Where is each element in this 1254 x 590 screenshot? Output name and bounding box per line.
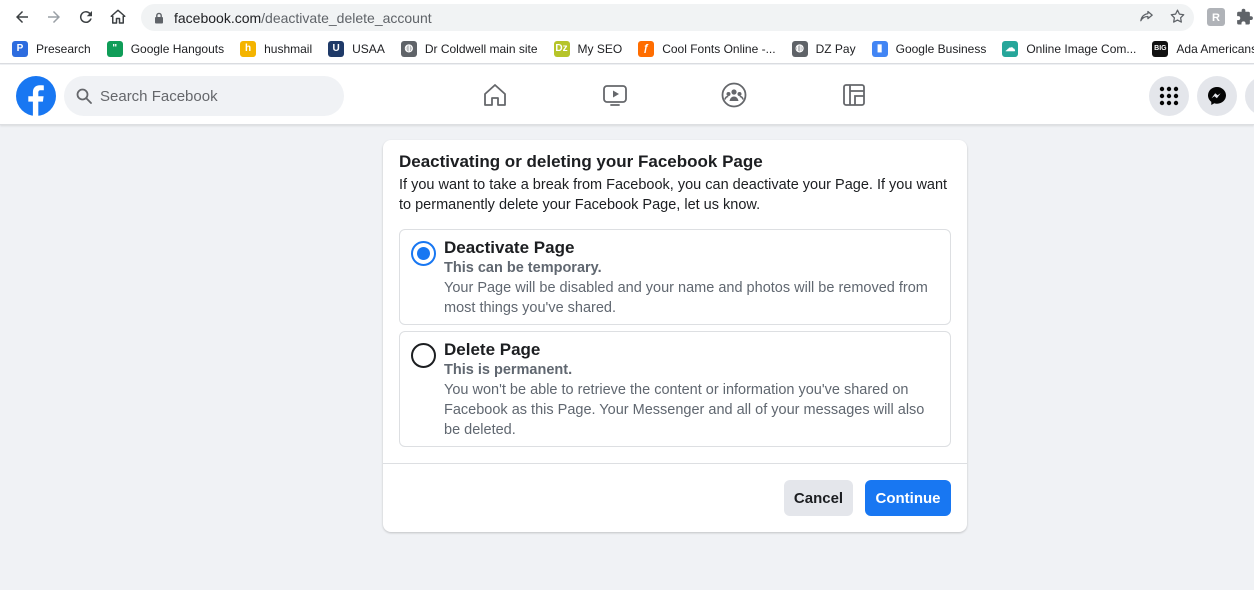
bookmark-item[interactable]: Dz My SEO — [553, 40, 623, 57]
option-title: Delete Page — [444, 340, 541, 359]
globe-icon: ◍ — [400, 40, 417, 57]
bookmark-item[interactable]: P Presearch — [12, 40, 91, 57]
bookmark-item[interactable]: ◍ DZ Pay — [791, 40, 856, 57]
home-icon — [484, 84, 506, 106]
bookmarks-bar: P Presearch " Google Hangouts h hushmail U USAA… — [0, 34, 1254, 64]
bookmark-item[interactable]: ƒ Cool Fonts Online -... — [638, 40, 776, 57]
myseo-icon: Dz — [553, 40, 570, 57]
facebook-logo-icon[interactable] — [16, 76, 56, 116]
delete-radio[interactable] — [411, 343, 436, 368]
gaming-icon — [843, 84, 865, 106]
bookmark-label: Google Hangouts — [130, 41, 225, 56]
watch-video-icon — [603, 85, 627, 106]
forward-arrow-icon — [48, 11, 60, 23]
menu-button[interactable] — [1149, 76, 1189, 116]
hushmail-icon: h — [240, 40, 257, 57]
url-path: /deactivate_delete_account — [261, 9, 432, 26]
home-button[interactable] — [102, 0, 134, 34]
deactivate-radio[interactable] — [411, 241, 436, 266]
bookmark-label: Presearch — [36, 41, 91, 56]
messenger-button[interactable] — [1197, 76, 1237, 116]
option-subtitle: This is permanent. — [444, 362, 573, 378]
bookmark-label: USAA — [352, 41, 385, 56]
address-bar[interactable]: facebook.com/deactivate_delete_account — [141, 4, 1194, 31]
option-delete-page[interactable]: Delete Page This is permanent. You won't… — [399, 331, 951, 447]
option-deactivate-page[interactable]: Deactivate Page This can be temporary. Y… — [399, 229, 951, 325]
deactivate-delete-dialog: Deactivating or deleting your Facebook P… — [383, 140, 967, 532]
messenger-icon — [1208, 87, 1226, 105]
dialog-divider — [383, 463, 967, 464]
presearch-icon: P — [12, 40, 28, 57]
nav-watch[interactable] — [599, 79, 631, 111]
nav-home[interactable] — [479, 79, 511, 111]
globe-icon: ◍ — [791, 40, 808, 57]
puzzle-icon[interactable] — [1236, 8, 1254, 26]
svg-text:R: R — [1212, 12, 1220, 24]
bookmark-label: Online Image Com... — [1026, 41, 1137, 56]
facebook-search[interactable] — [64, 76, 344, 116]
bookmark-item[interactable]: U USAA — [328, 40, 385, 57]
google-business-icon: ▮ — [871, 40, 888, 57]
url-text: facebook.com/deactivate_delete_account — [174, 10, 432, 26]
dialog-title: Deactivating or deleting your Facebook P… — [399, 152, 763, 171]
share-icon[interactable] — [1138, 8, 1155, 25]
nav-gaming[interactable] — [838, 79, 870, 111]
notifications-button[interactable] — [1245, 76, 1254, 116]
facebook-header — [0, 65, 1254, 125]
bookmark-label: Ada Americans Ve — [1176, 41, 1254, 56]
url-domain: facebook.com — [174, 9, 262, 26]
bookmark-item[interactable]: BIG Ada Americans Ve — [1152, 40, 1254, 57]
apps-grid-icon — [1159, 86, 1179, 106]
bookmark-star-icon[interactable] — [1169, 8, 1186, 25]
bookmark-label: Google Business — [895, 41, 987, 56]
option-subtitle: This can be temporary. — [444, 260, 602, 276]
extension-icon[interactable]: R — [1207, 8, 1225, 26]
continue-button[interactable]: Continue — [865, 480, 951, 516]
bookmark-item[interactable]: ▮ Google Business — [871, 40, 987, 57]
dialog-description: If you want to take a break from Faceboo… — [399, 177, 948, 213]
bookmark-item[interactable]: h hushmail — [240, 40, 313, 57]
lock-icon — [155, 12, 163, 23]
bookmark-item[interactable]: " Google Hangouts — [106, 40, 225, 57]
search-icon — [76, 88, 92, 104]
reload-button[interactable] — [70, 0, 102, 34]
image-compressor-icon: ☁ — [1002, 40, 1019, 57]
bookmark-item[interactable]: ◍ Dr Coldwell main site — [400, 40, 538, 57]
back-button[interactable] — [6, 0, 38, 34]
bookmark-label: Dr Coldwell main site — [424, 41, 538, 56]
reload-icon — [79, 11, 92, 24]
forward-button[interactable] — [38, 0, 70, 34]
bookmark-label: Cool Fonts Online -... — [662, 41, 776, 56]
bookmark-label: My SEO — [577, 41, 623, 56]
home-icon — [110, 9, 126, 24]
option-title: Deactivate Page — [444, 238, 575, 257]
nav-groups[interactable] — [718, 79, 750, 111]
cancel-button[interactable]: Cancel — [784, 480, 853, 516]
option-body: You won't be able to retrieve the conten… — [444, 382, 925, 438]
bookmark-label: hushmail — [264, 41, 313, 56]
hangouts-icon: " — [106, 40, 123, 57]
bookmark-item[interactable]: ☁ Online Image Com... — [1002, 40, 1137, 57]
back-arrow-icon — [16, 11, 28, 23]
bookmark-label: DZ Pay — [815, 41, 856, 56]
browser-toolbar: facebook.com/deactivate_delete_account R — [0, 0, 1254, 34]
search-input[interactable] — [100, 87, 320, 105]
big-icon: BIG — [1152, 40, 1169, 57]
option-body: Your Page will be disabled and your name… — [444, 280, 928, 316]
usaa-icon: U — [328, 40, 345, 57]
coolfonts-icon: ƒ — [638, 40, 655, 57]
groups-icon — [721, 82, 747, 108]
